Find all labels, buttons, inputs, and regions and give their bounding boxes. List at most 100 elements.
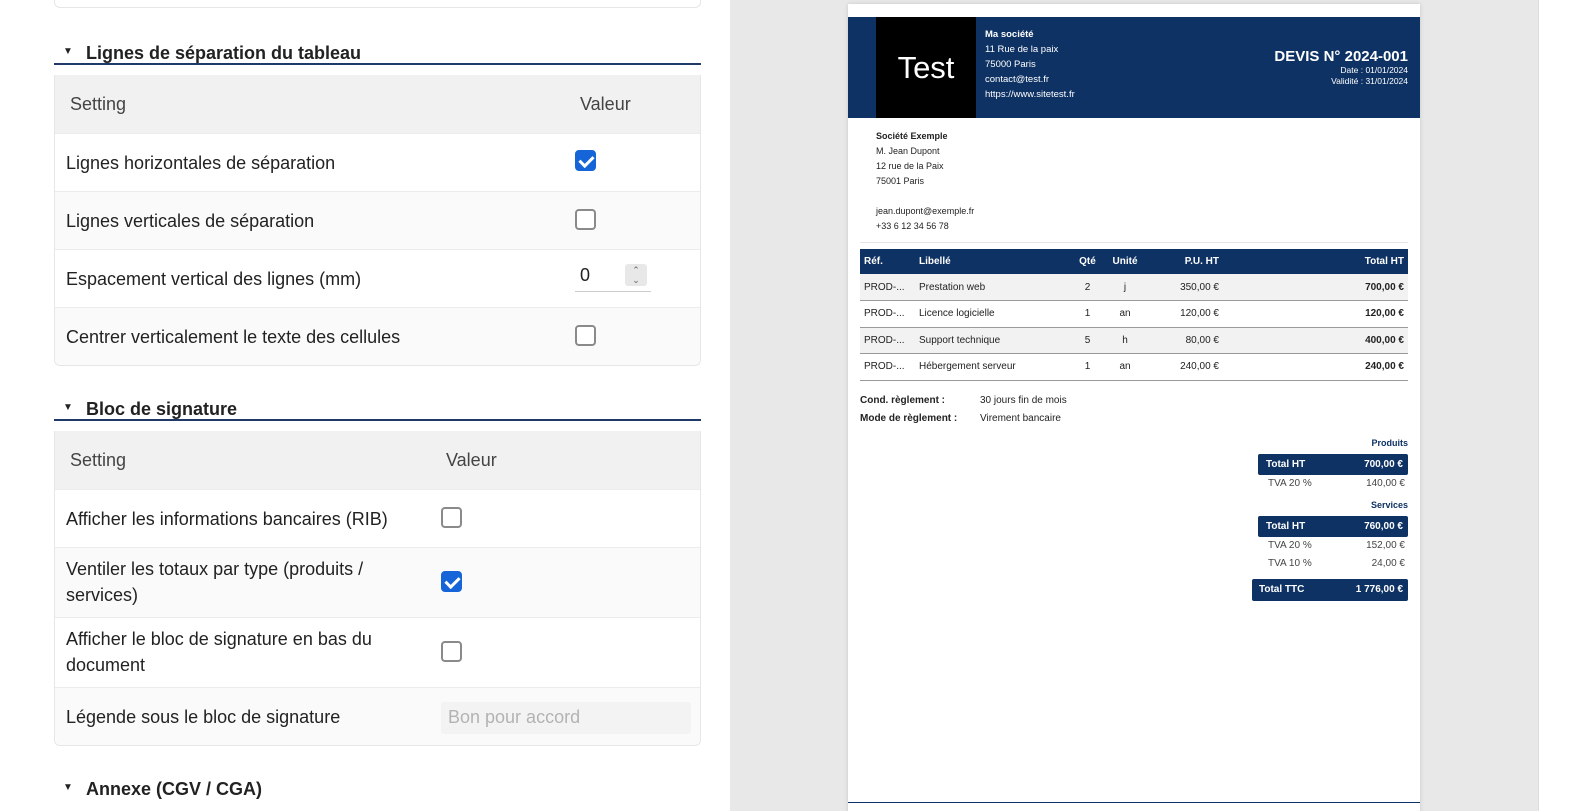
tva-line: TVA 10 % 24,00 € (1258, 555, 1408, 573)
group-title: Services (1370, 500, 1408, 510)
total-ht-label: Total HT (1266, 521, 1306, 532)
total-ht-value: 700,00 € (1364, 459, 1403, 470)
total-ht-label: Total HT (1266, 459, 1306, 470)
cell-total: 240,00 € (1223, 353, 1408, 381)
client-contact: M. Jean Dupont (876, 146, 940, 156)
mode-label: Mode de règlement : (860, 413, 958, 424)
section-title: Lignes de séparation du tableau (86, 43, 362, 63)
section-title: Annexe (CGV / CGA) (86, 779, 263, 799)
cell-total: 120,00 € (1223, 300, 1408, 328)
total-ht-bar: Total HT 760,00 € (1258, 516, 1408, 537)
cell-label: Support technique (915, 327, 1070, 354)
signature-caption-input[interactable]: Bon pour accord (441, 702, 691, 734)
cell-pu: 80,00 € (1145, 327, 1223, 354)
setting-row-center-vertical: Centrer verticalement le texte des cellu… (55, 307, 700, 365)
cell-pu: 240,00 € (1145, 353, 1223, 381)
section-header-signature[interactable]: ▼ Bloc de signature (54, 399, 701, 421)
items-table-header: Réf. Libellé Qté Unité P.U. HT Total HT (860, 249, 1408, 274)
table-lines-settings-table: Setting Valeur Lignes horizontales de sé… (54, 75, 701, 366)
cell-label: Licence logicielle (915, 300, 1070, 328)
col-unit: Unité (1105, 249, 1145, 274)
company-city: 75000 Paris (985, 59, 1036, 70)
total-ttc-bar: Total TTC 1 776,00 € (1252, 579, 1408, 601)
client-block: Société Exemple M. Jean Dupont 12 rue de… (876, 129, 974, 234)
vertical-spacing-input[interactable]: 0 ⌃ ⌄ (575, 262, 651, 292)
setting-label: Afficher les informations bancaires (RIB… (66, 509, 388, 529)
collapse-caret-icon[interactable]: ▼ (63, 46, 73, 57)
setting-row-vertical-spacing: Espacement vertical des lignes (mm) 0 ⌃ ⌄ (55, 249, 700, 307)
tva-value: 140,00 € (1366, 478, 1405, 489)
totals-produits: Produits Total HT 700,00 € TVA 20 % 140,… (1258, 438, 1408, 493)
center-vertical-checkbox[interactable] (575, 325, 596, 346)
setting-label: Lignes verticales de séparation (66, 211, 315, 231)
setting-row-bank-info: Afficher les informations bancaires (RIB… (55, 489, 700, 547)
totals-ttc: Total TTC 1 776,00 € (1252, 579, 1408, 601)
table-row: PROD-... Prestation web 2 j 350,00 € 700… (860, 274, 1408, 301)
setting-label: Afficher le bloc de signature en bas du … (66, 629, 372, 675)
spacing-value: 0 (580, 265, 591, 285)
table-header: Setting Valeur (55, 431, 700, 489)
cell-qty: 1 (1070, 300, 1105, 328)
cell-ref: PROD-... (860, 327, 915, 354)
company-name: Ma société (985, 29, 1034, 40)
header-value: Valeur (446, 450, 497, 470)
document-preview-area: Test Ma société 11 Rue de la paix 75000 … (730, 0, 1576, 811)
mode-value: Virement bancaire (980, 413, 1061, 424)
tva-value: 24,00 € (1371, 558, 1405, 569)
horizontal-lines-checkbox[interactable] (575, 150, 596, 171)
cond-label: Cond. règlement : (860, 395, 946, 406)
header-setting: Setting (70, 94, 127, 114)
col-ref: Réf. (860, 249, 915, 274)
tva-line: TVA 20 % 140,00 € (1258, 475, 1408, 493)
cell-unit: h (1105, 327, 1145, 354)
quote-number: DEVIS N° 2024-001 (1274, 48, 1408, 65)
quote-document: Test Ma société 11 Rue de la paix 75000 … (848, 4, 1420, 811)
collapse-caret-icon[interactable]: ▼ (63, 402, 73, 413)
group-title: Produits (1371, 438, 1408, 448)
section-header-annexe[interactable]: ▼ Annexe (CGV / CGA) (54, 779, 701, 801)
col-qty: Qté (1070, 249, 1105, 274)
signature-settings-table: Setting Valeur Afficher les informations… (54, 431, 701, 746)
document-header: Test Ma société 11 Rue de la paix 75000 … (848, 17, 1420, 118)
previous-section-card (54, 0, 701, 8)
table-row: PROD-... Hébergement serveur 1 an 240,00… (860, 353, 1408, 381)
cond-value: 30 jours fin de mois (980, 395, 1067, 406)
cell-label: Prestation web (915, 274, 1070, 301)
setting-label: Espacement vertical des lignes (mm) (66, 269, 362, 289)
client-address: 12 rue de la Paix (876, 161, 944, 171)
stepper-arrows-icon[interactable]: ⌃ ⌄ (625, 264, 647, 286)
section-header-table-lines[interactable]: ▼ Lignes de séparation du tableau (54, 43, 701, 65)
cell-ref: PROD-... (860, 274, 915, 301)
cell-label: Hébergement serveur (915, 353, 1070, 381)
setting-label: Centrer verticalement le texte des cellu… (66, 327, 401, 347)
cell-ref: PROD-... (860, 353, 915, 381)
col-label: Libellé (915, 249, 1070, 274)
tva-line: TVA 20 % 152,00 € (1258, 537, 1408, 555)
total-ttc-label: Total TTC (1259, 584, 1305, 595)
client-email: jean.dupont@exemple.fr (876, 206, 975, 216)
split-totals-checkbox[interactable] (441, 571, 462, 592)
setting-label: Légende sous le bloc de signature (66, 707, 341, 727)
section-title: Bloc de signature (86, 399, 238, 419)
header-value: Valeur (580, 94, 631, 114)
company-info: Ma société 11 Rue de la paix 75000 Paris… (985, 27, 1075, 102)
company-logo: Test (876, 17, 976, 118)
cell-total: 700,00 € (1223, 274, 1408, 301)
cell-qty: 5 (1070, 327, 1105, 354)
tva-value: 152,00 € (1366, 540, 1405, 551)
payment-conditions: Cond. règlement : 30 jours fin de mois Mo… (860, 392, 1067, 428)
col-total: Total HT (1223, 249, 1408, 274)
scrollbar[interactable] (1538, 0, 1576, 811)
cell-unit: an (1105, 353, 1145, 381)
total-ht-bar: Total HT 700,00 € (1258, 454, 1408, 475)
vertical-lines-checkbox[interactable] (575, 209, 596, 230)
bank-info-checkbox[interactable] (441, 507, 462, 528)
setting-row-split-totals: Ventiler les totaux par type (produits /… (55, 547, 700, 617)
cell-qty: 2 (1070, 274, 1105, 301)
total-ht-value: 760,00 € (1364, 521, 1403, 532)
collapse-caret-icon[interactable]: ▼ (63, 782, 73, 793)
client-name: Société Exemple (876, 131, 948, 141)
company-address: 11 Rue de la paix (985, 44, 1059, 55)
signature-bottom-checkbox[interactable] (441, 641, 462, 662)
setting-row-signature-caption: Légende sous le bloc de signature Bon po… (55, 687, 700, 745)
